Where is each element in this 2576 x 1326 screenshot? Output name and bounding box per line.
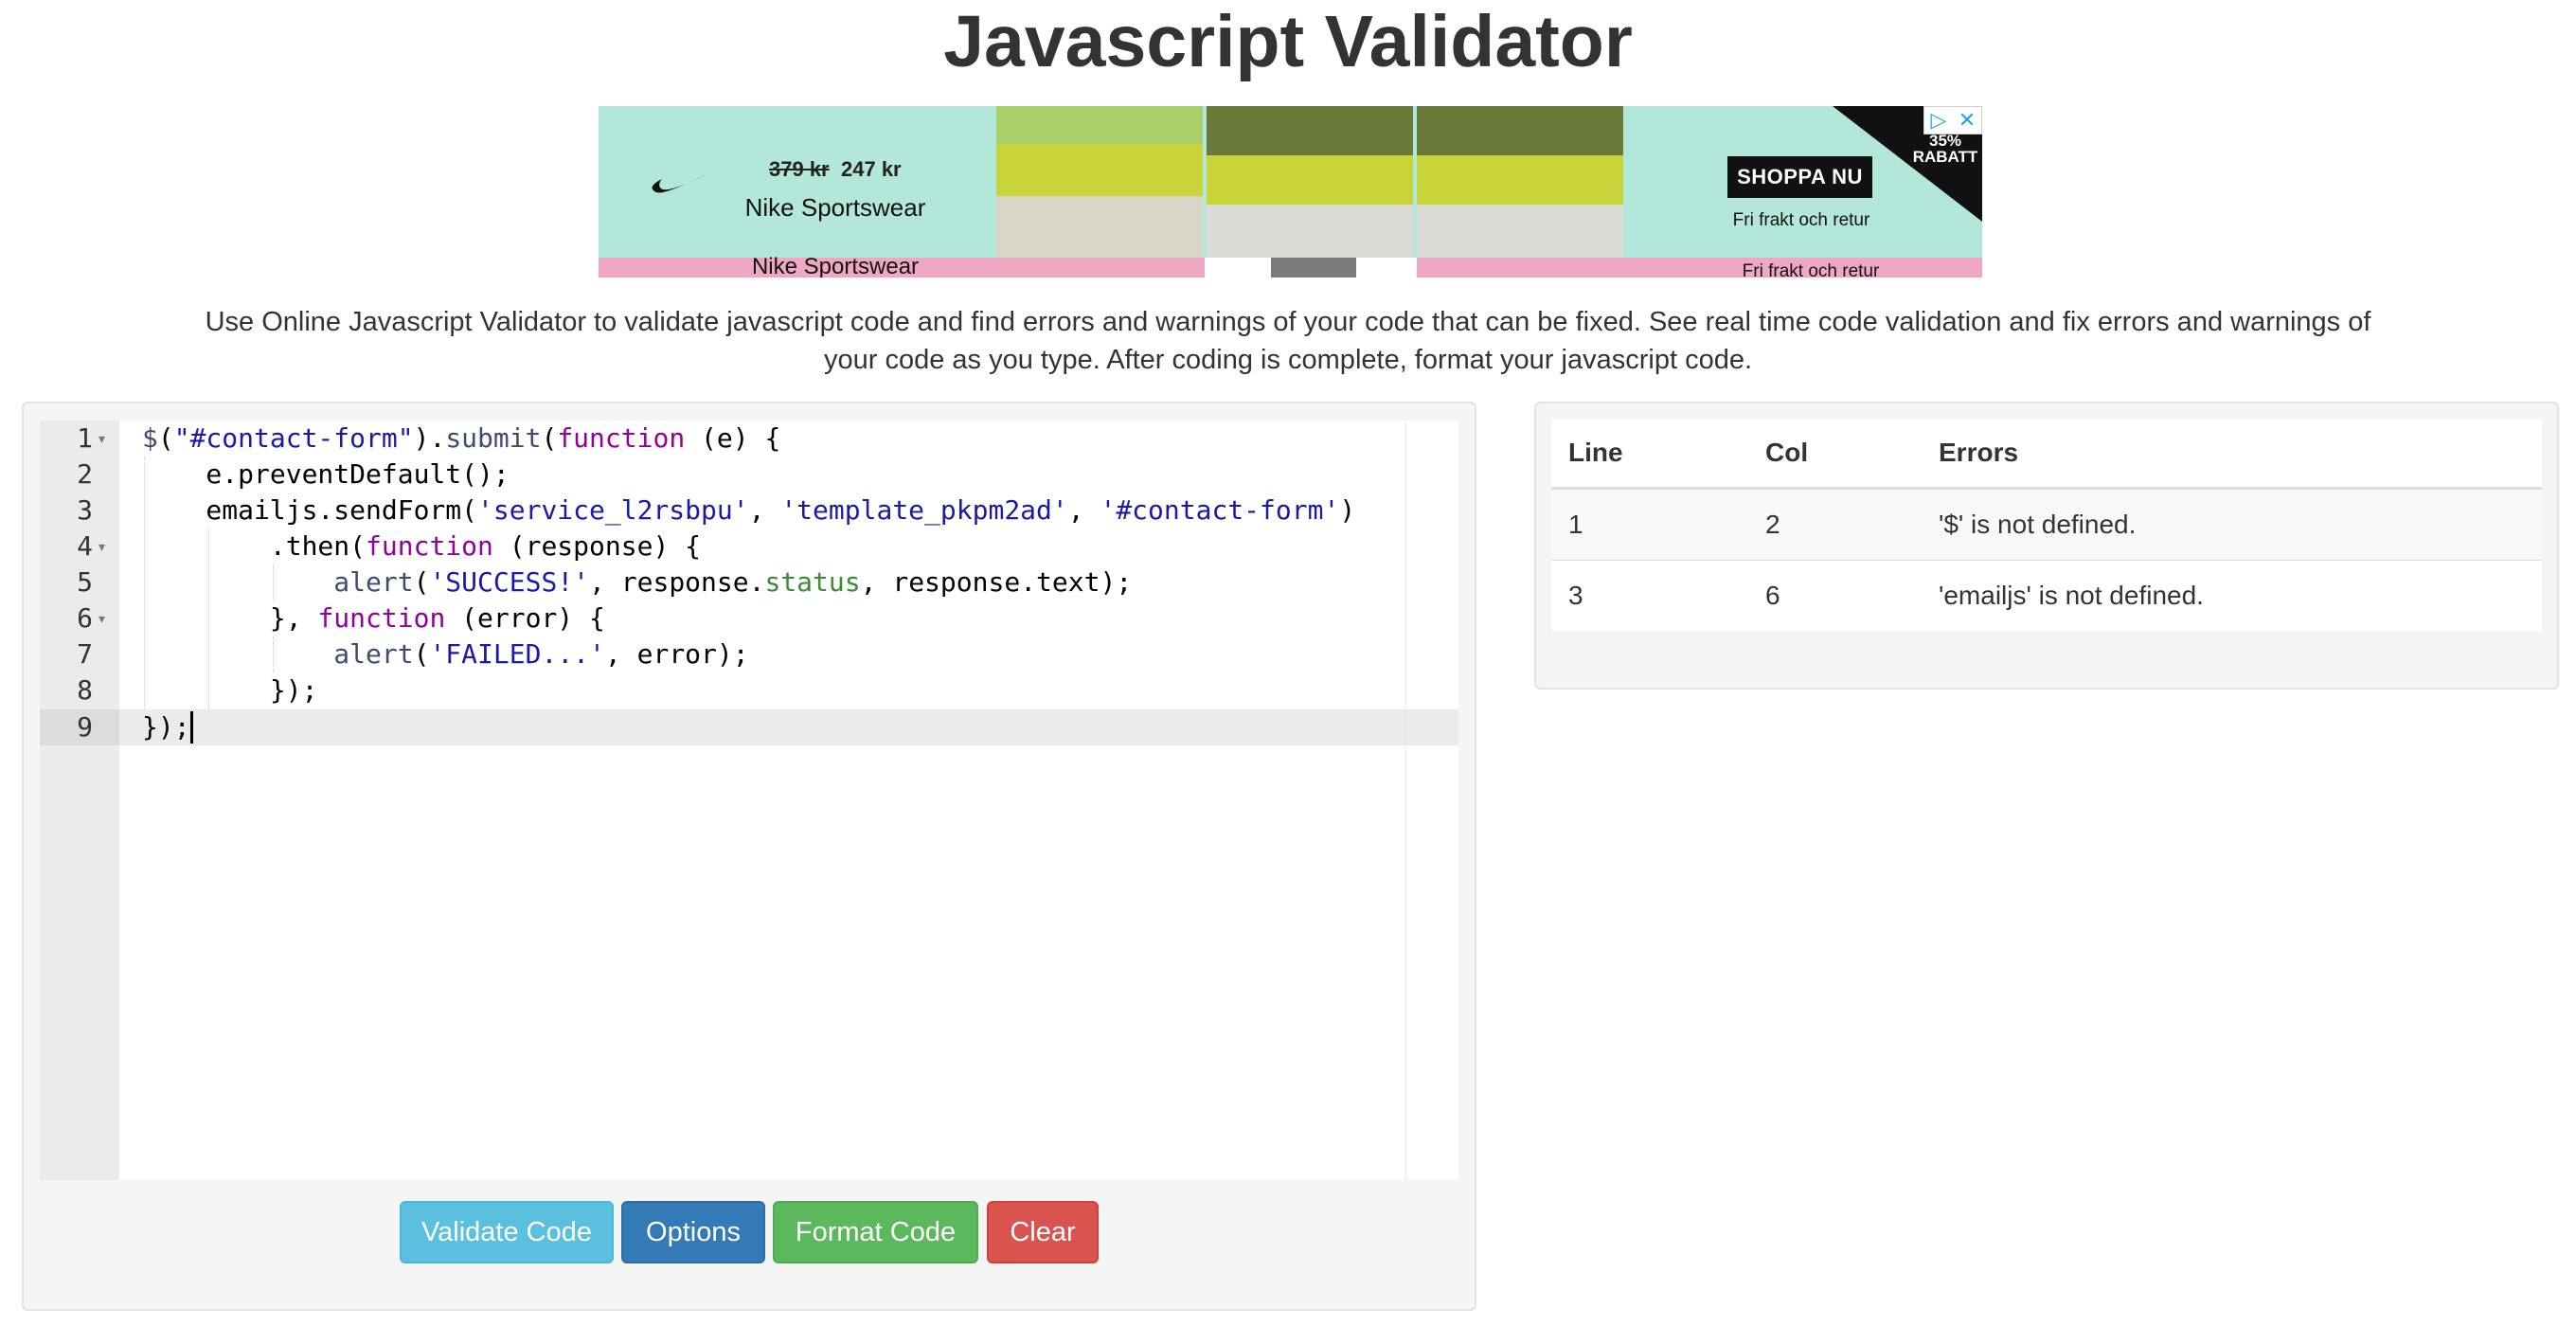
ad-product-info[interactable]: 379 kr 247 kr Nike Sportswear <box>599 106 996 258</box>
fold-arrow-icon[interactable]: ▾ <box>98 529 110 564</box>
ad-next-slide-brand: Nike Sportswear <box>751 254 920 278</box>
error-line: 3 <box>1551 560 1748 631</box>
error-col: 2 <box>1748 488 1922 561</box>
ad-close-icon[interactable]: ✕ <box>1953 107 1981 134</box>
ad-old-price: 379 kr <box>769 157 830 181</box>
errors-table: Line Col Errors 1 2 '$' is not defined. … <box>1551 419 2542 631</box>
code-editor[interactable]: 1 ▾ 2 3 4 ▾ 5 6 ▾ 7 8 9 $("#contact-form… <box>40 421 1458 1180</box>
active-line-highlight <box>40 709 1458 745</box>
line-number: 5 <box>77 566 93 598</box>
line-number: 3 <box>77 494 93 526</box>
print-margin <box>1405 421 1406 1180</box>
line-number: 6 <box>77 602 93 634</box>
ad-product-image[interactable] <box>1417 106 1623 258</box>
line-number: 7 <box>77 638 93 670</box>
line-number: 9 <box>77 711 93 743</box>
line-number: 8 <box>77 674 93 706</box>
format-code-button[interactable]: Format Code <box>773 1201 978 1263</box>
text-cursor <box>190 711 193 744</box>
table-row[interactable]: 1 2 '$' is not defined. <box>1551 488 2542 561</box>
ad-next-slide-shipping: Fri frakt och retur <box>1742 261 1880 278</box>
ad-choices[interactable]: ▷ ✕ <box>1923 106 1982 134</box>
code-content[interactable]: $("#contact-form").submit(function (e) {… <box>142 421 1355 816</box>
code-line: alert('SUCCESS!', response.status, respo… <box>333 566 1133 598</box>
ad-choices-icon[interactable]: ▷ <box>1924 107 1953 134</box>
code-line: e.preventDefault(); <box>142 458 510 490</box>
error-message: '$' is not defined. <box>1922 488 2542 561</box>
error-line: 1 <box>1551 488 1748 561</box>
options-button[interactable]: Options <box>621 1201 765 1263</box>
table-row[interactable]: 3 6 'emailjs' is not defined. <box>1551 560 2542 631</box>
line-number: 4 <box>77 530 93 562</box>
error-message: 'emailjs' is not defined. <box>1922 560 2542 631</box>
validate-code-button[interactable]: Validate Code <box>400 1201 614 1263</box>
errors-table-header: Line Col Errors <box>1551 419 2542 490</box>
fold-arrow-icon[interactable]: ▾ <box>98 600 110 636</box>
ad-product-image[interactable] <box>1207 106 1413 258</box>
code-line: .then(function (response) { <box>142 530 702 562</box>
line-number: 2 <box>77 458 93 490</box>
code-line: $("#contact-form").submit(function (e) { <box>142 422 781 454</box>
code-line: }, function (error) { <box>142 602 605 634</box>
ad-product-image[interactable] <box>996 106 1203 258</box>
column-header-line: Line <box>1551 419 1748 490</box>
code-line: }); <box>142 711 190 743</box>
line-number: 1 <box>77 422 93 454</box>
ad-discount-label: 35% RABATT <box>1912 132 1978 166</box>
code-line: alert('FAILED...', error); <box>333 638 749 670</box>
ad-banner[interactable]: 379 kr 247 kr Nike Sportswear Nike Sport… <box>599 106 1982 278</box>
ad-new-price: 247 kr <box>841 157 902 181</box>
column-header-col: Col <box>1748 419 1922 490</box>
column-header-errors: Errors <box>1922 419 2542 490</box>
clear-button[interactable]: Clear <box>987 1201 1099 1263</box>
code-line: }); <box>142 674 318 706</box>
ad-next-slide-image <box>1205 258 1417 278</box>
page-description: Use Online Javascript Validator to valid… <box>205 307 2371 375</box>
code-line: emailjs.sendForm('service_l2rsbpu', 'tem… <box>142 494 1356 526</box>
fold-arrow-icon[interactable]: ▾ <box>98 421 110 457</box>
error-col: 6 <box>1748 560 1922 631</box>
page-title: Javascript Validator <box>943 1 1633 82</box>
